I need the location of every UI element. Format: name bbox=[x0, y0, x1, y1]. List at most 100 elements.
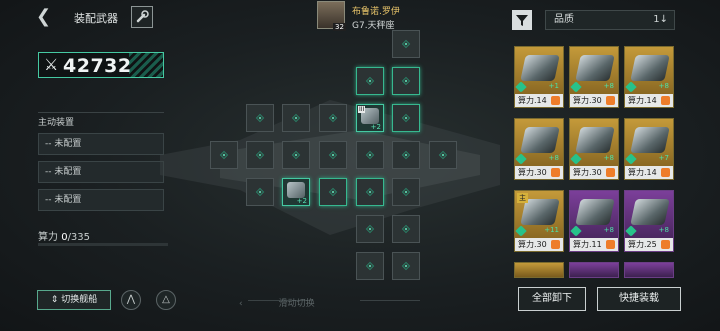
card-compute-label: 算力.14 bbox=[628, 168, 657, 177]
card-compute-label: 算力.11 bbox=[573, 240, 602, 249]
power-bolt-icon bbox=[606, 168, 615, 177]
grid-cell-empty[interactable] bbox=[282, 104, 310, 132]
card-upgrade-level: +8 bbox=[548, 154, 559, 162]
unload-all-button[interactable]: 全部卸下 bbox=[518, 287, 586, 311]
grid-cell-empty[interactable] bbox=[392, 67, 420, 95]
grid-cell-empty[interactable] bbox=[319, 178, 347, 206]
slot-diamond-icon bbox=[401, 76, 411, 86]
grid-cell-empty[interactable] bbox=[392, 30, 420, 58]
equipment-icon bbox=[287, 182, 305, 198]
power-bolt-icon bbox=[661, 240, 670, 249]
equipment-card-partial[interactable] bbox=[569, 262, 619, 278]
combat-power-value: 42732 bbox=[63, 55, 132, 77]
switch-ship-button[interactable]: ⇕ 切换舰船 bbox=[37, 290, 111, 310]
power-bolt-icon bbox=[606, 240, 615, 249]
leaf-icon bbox=[625, 225, 637, 237]
slot-diamond-icon bbox=[328, 187, 338, 197]
swipe-line-right bbox=[360, 300, 420, 301]
grid-cell-empty[interactable] bbox=[429, 141, 457, 169]
slot-diamond-icon bbox=[401, 187, 411, 197]
card-upgrade-level: +11 bbox=[544, 226, 559, 234]
active-slot-3[interactable]: -- 未配置 bbox=[38, 189, 164, 211]
quality-dropdown[interactable]: 品质 1↓ bbox=[545, 10, 675, 30]
card-upgrade-level: +8 bbox=[658, 82, 669, 90]
slot-diamond-icon bbox=[365, 261, 375, 271]
card-compute-label: 算力.30 bbox=[573, 96, 602, 105]
active-slot-1[interactable]: -- 未配置 bbox=[38, 133, 164, 155]
filter-button[interactable] bbox=[512, 10, 532, 30]
equipment-card[interactable]: +8 算力.11 bbox=[569, 190, 619, 252]
compute-capacity: 算力 0/335 bbox=[38, 228, 90, 243]
equipment-card[interactable]: +11 算力.30 主 bbox=[514, 190, 564, 252]
grid-cell-empty[interactable] bbox=[319, 141, 347, 169]
grid-cell-equipped[interactable]: +2 bbox=[282, 178, 310, 206]
grid-cell-empty[interactable] bbox=[392, 252, 420, 280]
grid-cell-empty[interactable] bbox=[246, 141, 274, 169]
card-upgrade-level: +8 bbox=[603, 226, 614, 234]
grid-cell-empty[interactable] bbox=[319, 104, 347, 132]
grid-cell-empty[interactable] bbox=[210, 141, 238, 169]
slot-diamond-icon bbox=[255, 150, 265, 160]
wrench-icon bbox=[136, 10, 149, 23]
grid-cell-empty[interactable] bbox=[356, 215, 384, 243]
upgrade-level: +2 bbox=[370, 123, 381, 131]
weapon-icon bbox=[575, 127, 615, 153]
weapon-icon bbox=[630, 55, 670, 81]
quick-equip-button[interactable]: 快捷装载 bbox=[597, 287, 681, 311]
equipment-card[interactable]: +8 算力.25 bbox=[624, 190, 674, 252]
equipment-card[interactable]: +8 算力.30 bbox=[514, 118, 564, 180]
power-bolt-icon bbox=[551, 168, 560, 177]
leaf-icon bbox=[515, 81, 527, 93]
equipment-card[interactable]: +8 算力.30 bbox=[569, 118, 619, 180]
slot-diamond-icon bbox=[401, 150, 411, 160]
leaf-icon bbox=[515, 225, 527, 237]
slot-diamond-icon bbox=[255, 187, 265, 197]
grid-cell-empty[interactable] bbox=[392, 104, 420, 132]
leaf-icon bbox=[570, 153, 582, 165]
compute-progress-bar bbox=[38, 243, 168, 246]
equipment-card-partial[interactable] bbox=[624, 262, 674, 278]
page-title: 装配武器 bbox=[74, 12, 118, 25]
grid-cell-empty[interactable] bbox=[392, 215, 420, 243]
grid-cell-empty[interactable] bbox=[356, 252, 384, 280]
back-arrow-icon[interactable]: ❮ bbox=[36, 8, 54, 26]
swap-icon: ⇕ bbox=[50, 295, 62, 305]
commander-name: 布鲁诺.罗伊 bbox=[352, 7, 400, 17]
equipment-card[interactable]: +7 算力.14 bbox=[624, 118, 674, 180]
slot-diamond-icon bbox=[255, 113, 265, 123]
formation-button[interactable]: ⋀ bbox=[121, 290, 141, 310]
weapon-icon bbox=[630, 127, 670, 153]
card-compute-label: 算力.14 bbox=[628, 96, 657, 105]
slot-diamond-icon bbox=[365, 224, 375, 234]
weapon-icon bbox=[520, 55, 560, 81]
grid-cell-empty[interactable] bbox=[282, 141, 310, 169]
combat-power-card: ⚔ 42732 bbox=[38, 52, 164, 78]
fleet-button[interactable]: △ bbox=[156, 290, 176, 310]
grid-cell-empty[interactable] bbox=[356, 67, 384, 95]
slot-diamond-icon bbox=[328, 113, 338, 123]
equipment-card-partial[interactable] bbox=[514, 262, 564, 278]
grid-cell-equipped[interactable]: III +2 bbox=[356, 104, 384, 132]
card-compute-label: 算力.30 bbox=[573, 168, 602, 177]
switch-ship-label: 切换舰船 bbox=[61, 295, 98, 305]
slot-diamond-icon bbox=[401, 261, 411, 271]
wings-icon: ⋀ bbox=[126, 294, 136, 305]
grid-cell-empty[interactable] bbox=[392, 141, 420, 169]
weapon-icon bbox=[520, 127, 560, 153]
active-slot-2[interactable]: -- 未配置 bbox=[38, 161, 164, 183]
grid-cell-empty[interactable] bbox=[246, 178, 274, 206]
power-bolt-icon bbox=[661, 96, 670, 105]
grid-cell-empty[interactable] bbox=[246, 104, 274, 132]
grid-cell-empty[interactable] bbox=[356, 178, 384, 206]
equipment-card[interactable]: +8 算力.30 bbox=[569, 46, 619, 108]
grid-cell-empty[interactable] bbox=[392, 178, 420, 206]
equipped-badge: 主 bbox=[517, 193, 528, 203]
slot-diamond-icon bbox=[401, 224, 411, 234]
commander-subtitle: G7.天秤座 bbox=[352, 21, 395, 31]
equipment-card[interactable]: +8 算力.14 bbox=[624, 46, 674, 108]
leaf-icon bbox=[515, 153, 527, 165]
slot-diamond-icon bbox=[365, 76, 375, 86]
equipment-card[interactable]: +1 算力.14 bbox=[514, 46, 564, 108]
wrench-button[interactable] bbox=[131, 6, 153, 28]
grid-cell-empty[interactable] bbox=[356, 141, 384, 169]
